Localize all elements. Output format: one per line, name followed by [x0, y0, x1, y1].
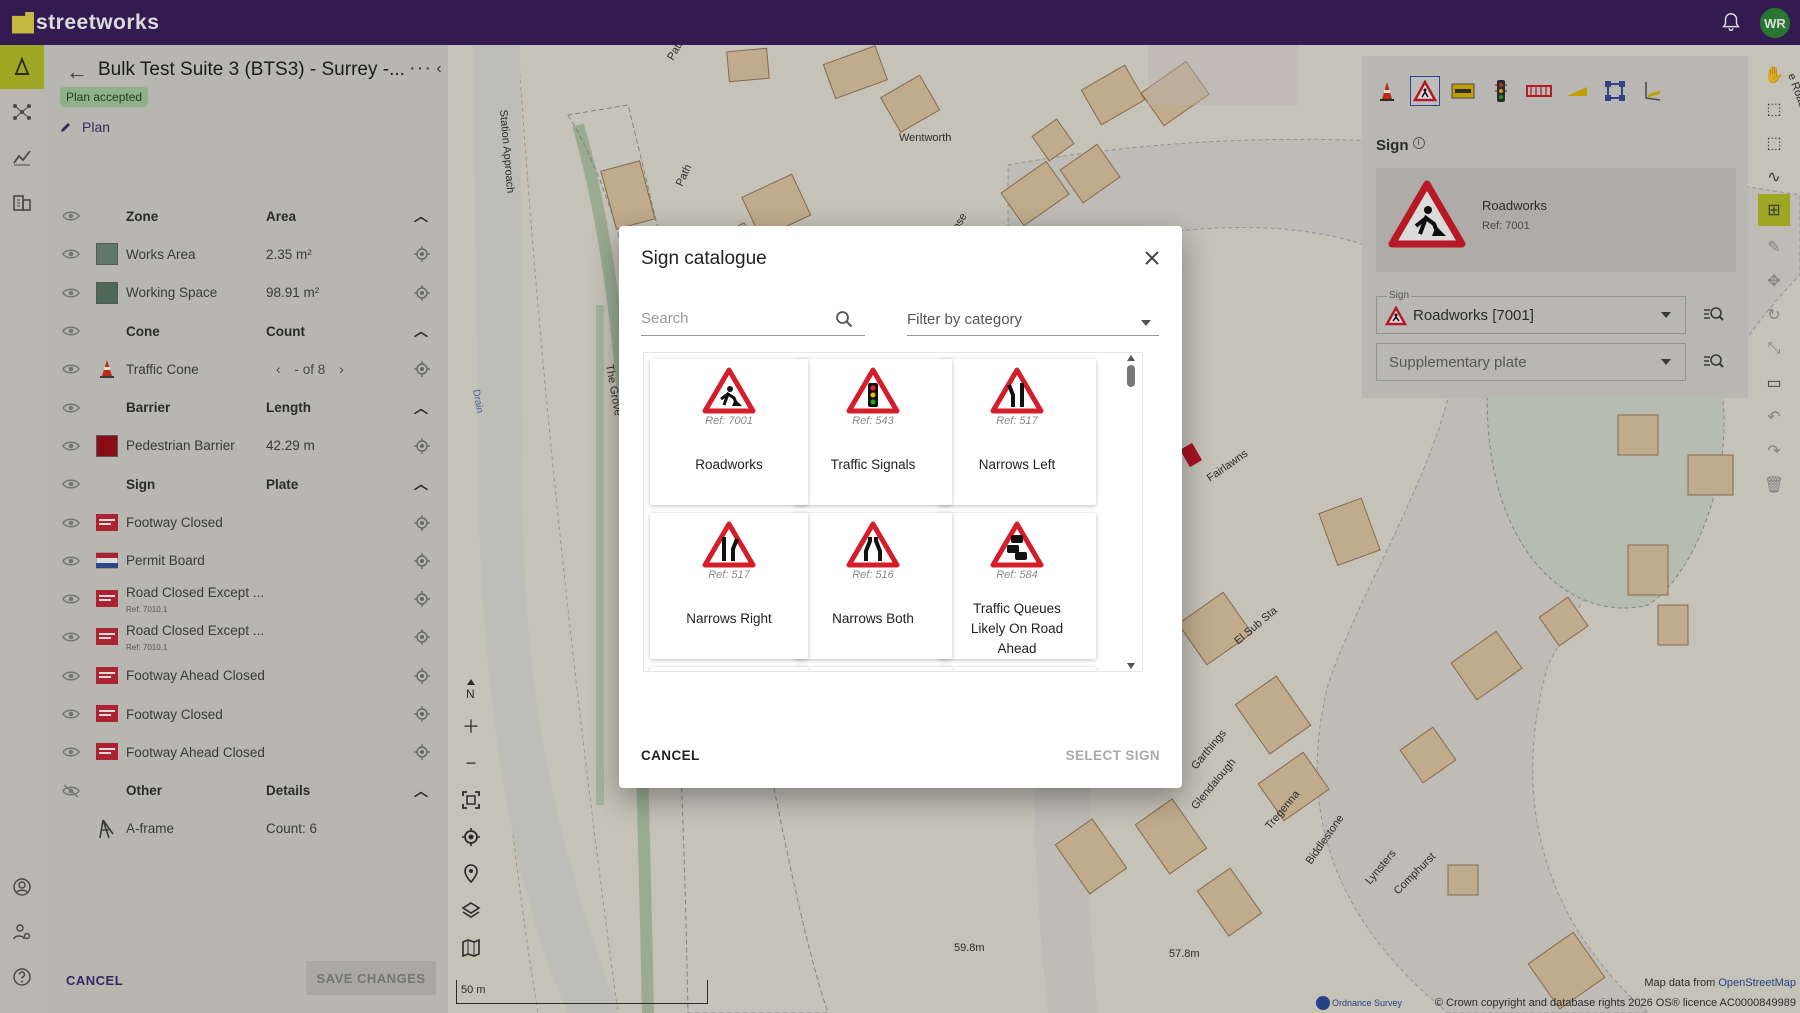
sign-card-ref: Ref: 516 [852, 569, 894, 581]
sign-card[interactable]: Ref: 543 Traffic Signals [794, 359, 952, 505]
scroll-down-icon[interactable] [1127, 663, 1135, 669]
narrows-both-sign-icon [846, 521, 900, 568]
sign-catalogue-dialog: Sign catalogue Filter by category Ref: 5… [619, 226, 1182, 788]
roadworks-sign-icon [702, 367, 756, 414]
sign-card[interactable] [650, 667, 808, 671]
sign-card-name: Roadworks [695, 457, 763, 472]
sign-card[interactable]: Ref: 7001 Roadworks [650, 359, 808, 505]
select-sign-button[interactable]: SELECT SIGN [1066, 748, 1160, 763]
sign-card-ref: Ref: 7001 [705, 415, 753, 427]
sign-card[interactable]: Ref: 584 Traffic Queues Likely On Road Ah… [938, 513, 1096, 659]
signals-sign-icon [846, 367, 900, 414]
dialog-cancel-button[interactable]: CANCEL [641, 748, 700, 763]
close-icon[interactable] [1144, 250, 1160, 266]
sign-card-grid: Ref: 584 Traffic Queues Likely On Road Ah… [643, 352, 1143, 672]
narrows-right-sign-icon [702, 521, 756, 568]
sign-card-ref: Ref: 517 [708, 569, 750, 581]
sign-card[interactable] [938, 667, 1096, 671]
sign-card-name: Traffic Signals [830, 457, 916, 472]
sign-card[interactable] [794, 667, 952, 671]
dialog-title: Sign catalogue [641, 248, 767, 269]
scroll-up-icon[interactable] [1127, 355, 1135, 361]
sign-card-name: Narrows Left [978, 457, 1056, 472]
sign-card[interactable]: Ref: 517 Narrows Right [650, 513, 808, 659]
scrollbar[interactable] [1126, 353, 1136, 671]
category-filter-placeholder: Filter by category [907, 311, 1023, 328]
sign-card-ref: Ref: 543 [852, 415, 894, 427]
search-icon[interactable] [835, 310, 853, 328]
sign-card[interactable]: Ref: 516 Narrows Both [794, 513, 952, 659]
scroll-thumb[interactable] [1127, 365, 1135, 387]
queues-sign-icon [990, 521, 1044, 568]
sign-card[interactable]: Ref: 517 Narrows Left [938, 359, 1096, 505]
sign-card-name: Traffic Queues Likely On Road Ahead [970, 601, 1064, 656]
category-filter-select[interactable]: Filter by category [907, 306, 1159, 336]
chevron-down-icon [1141, 320, 1151, 326]
sign-card-name: Narrows Both [832, 611, 914, 626]
sign-card-ref: Ref: 584 [996, 569, 1038, 581]
sign-card-ref: Ref: 517 [996, 415, 1038, 427]
sign-card-name: Narrows Right [686, 611, 772, 626]
search-input[interactable] [641, 306, 831, 327]
search-field[interactable] [641, 306, 865, 336]
narrows-left-sign-icon [990, 367, 1044, 414]
